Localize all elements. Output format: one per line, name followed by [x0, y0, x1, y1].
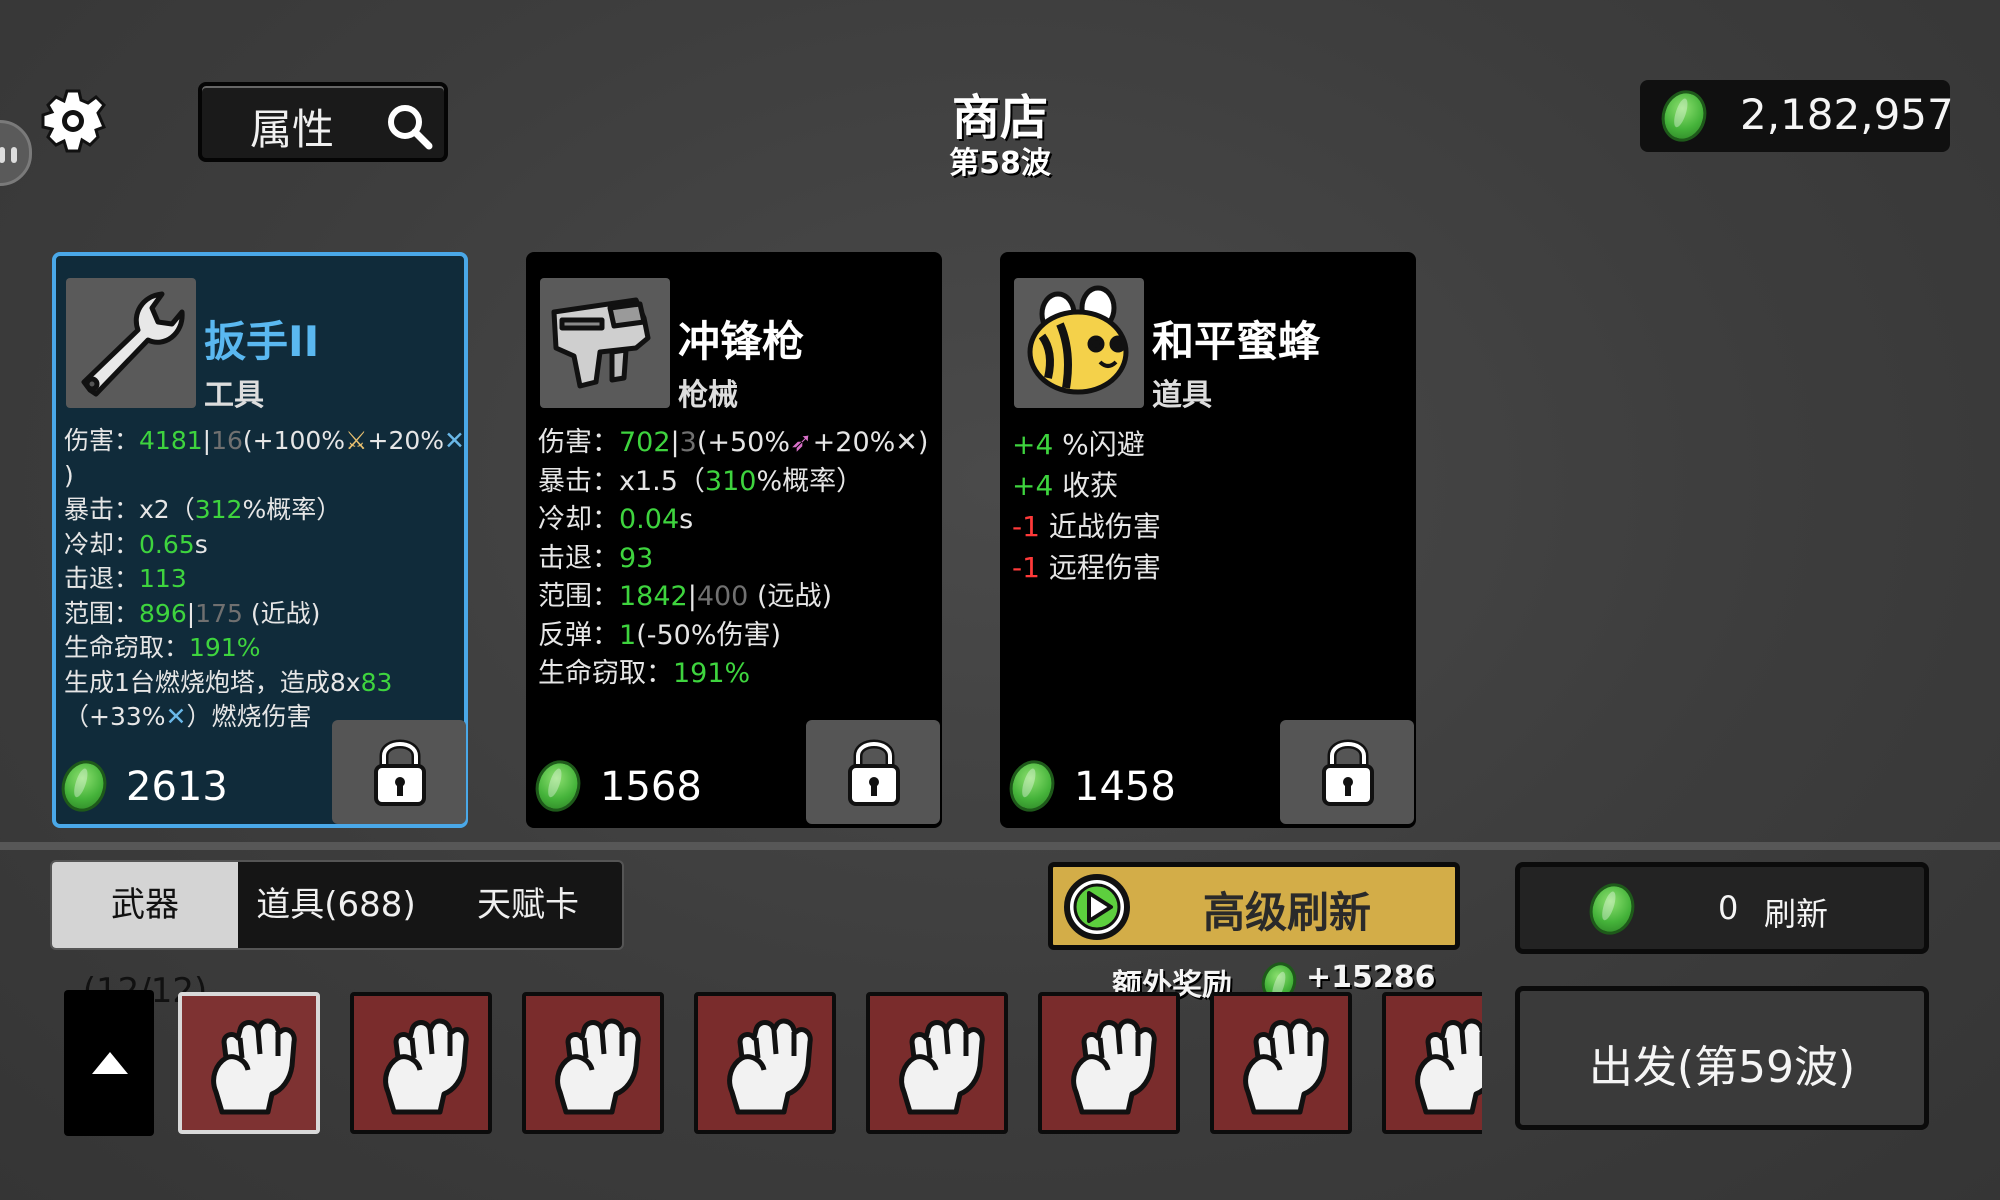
fist-icon	[1415, 1018, 1482, 1115]
attribute-search-button[interactable]: 属性	[198, 82, 448, 162]
stat-knockback: 击退：93	[538, 542, 654, 574]
side-handle[interactable]	[0, 120, 32, 186]
fist-icon	[211, 1018, 297, 1115]
wrench-icon	[66, 278, 196, 408]
item-price: 1458	[1074, 764, 1176, 810]
item-price: 2613	[126, 764, 228, 810]
play-ad-icon	[1064, 874, 1130, 940]
coin-icon	[1583, 877, 1641, 941]
stat-range: 范围：896|175 (近战)	[64, 598, 321, 628]
effect-melee-damage: -1 近战伤害	[1012, 510, 1161, 543]
attribute-label: 属性	[250, 105, 335, 154]
stat-crit: 暴击：x1.5（310%概率）	[538, 465, 864, 497]
fist-icon	[727, 1018, 813, 1115]
fist-icon	[1243, 1018, 1329, 1115]
fist-icon	[383, 1018, 469, 1115]
lock-icon	[374, 739, 426, 806]
stat-range: 范围：1842|400 (远战)	[538, 581, 833, 612]
search-icon	[388, 105, 433, 150]
wave-number: 第58波	[949, 146, 1051, 181]
refresh-label: 刷新	[1764, 895, 1829, 933]
lock-button[interactable]	[332, 720, 466, 824]
stat-cooldown: 冷却：0.04s	[538, 504, 694, 535]
coin-icon	[529, 754, 587, 818]
stat-knockback: 击退：113	[64, 564, 187, 593]
inventory-slot[interactable]	[522, 992, 664, 1134]
item-stats: 伤害：4181|16(+100%⚔+20%✕ ) 暴击：x2（312%概率） 冷…	[64, 424, 465, 735]
inventory-slot[interactable]	[1210, 992, 1352, 1134]
inventory-tabs: 武器(12/12) 道具(688) 天赋卡	[50, 860, 624, 1011]
inventory-slot[interactable]	[694, 992, 836, 1134]
tab-weapons[interactable]: 武器(12/12)	[52, 862, 238, 1011]
engineering-icon: ✕	[165, 702, 187, 731]
refresh-cost: 0	[1718, 889, 1739, 927]
coin-balance: 2,182,957	[1640, 80, 1954, 152]
fist-icon	[1071, 1018, 1157, 1115]
shop-item-card[interactable]: 和平蜜蜂 道具 +4 %闪避 +4 收获 -1 近战伤害 -1 远程伤害 145…	[1000, 252, 1416, 828]
advanced-refresh-button[interactable]: 高级刷新	[1048, 862, 1460, 950]
stat-lifesteal: 生命窃取：191%	[538, 658, 751, 689]
coin-amount: 2,182,957	[1740, 90, 1954, 139]
item-type: 道具	[1152, 378, 1212, 413]
engineering-icon: ✕	[444, 426, 465, 455]
divider	[0, 842, 2000, 850]
tab-items[interactable]: 道具(688)	[238, 862, 434, 948]
expand-up-button[interactable]	[64, 990, 154, 1136]
advanced-refresh-label: 高级刷新	[1203, 888, 1372, 937]
gun-icon: ➶	[790, 427, 813, 458]
engineering-icon: ✕	[895, 427, 918, 458]
lock-icon	[848, 739, 900, 806]
item-price: 1568	[600, 764, 702, 810]
coin-icon	[55, 754, 113, 818]
bee-icon	[1014, 278, 1144, 408]
lock-button[interactable]	[806, 720, 940, 824]
item-type: 工具	[204, 378, 264, 413]
item-name: 冲锋枪	[678, 317, 805, 366]
shop-item-card[interactable]: 冲锋枪 枪械 伤害：702|3(+50%➶+20%✕) 暴击：x1.5（310%…	[526, 252, 942, 828]
effect-dodge: +4 %闪避	[1012, 428, 1145, 461]
effect-harvest: +4 收获	[1012, 469, 1119, 502]
lock-button[interactable]	[1280, 720, 1414, 824]
stat-damage: 伤害：4181|16(+100%⚔+20%✕	[64, 426, 465, 455]
coin-icon	[1003, 754, 1061, 818]
item-stats: 伤害：702|3(+50%➶+20%✕) 暴击：x1.5（310%概率） 冷却：…	[538, 424, 930, 694]
fist-icon	[899, 1018, 985, 1115]
stat-bounce: 反弹：1(-50%伤害)	[538, 619, 782, 651]
tab-talent-cards[interactable]: 天赋卡	[434, 862, 622, 948]
item-type: 枪械	[678, 378, 738, 413]
inventory-slot[interactable]	[350, 992, 492, 1134]
arrow-up-icon	[92, 1052, 128, 1074]
smg-icon	[540, 278, 670, 408]
item-name: 和平蜜蜂	[1152, 317, 1321, 366]
stat-damage: 伤害：702|3(+50%➶+20%✕)	[538, 427, 929, 458]
inventory-row	[172, 988, 1482, 1140]
inventory-slot[interactable]	[866, 992, 1008, 1134]
inventory-slot[interactable]	[178, 992, 320, 1134]
sword-icon: ⚔	[345, 426, 368, 455]
fist-icon	[555, 1018, 641, 1115]
start-wave-button[interactable]: 出发(第59波)	[1515, 986, 1929, 1130]
lock-icon	[1322, 739, 1374, 806]
settings-gear-icon[interactable]	[40, 88, 106, 154]
effect-ranged-damage: -1 远程伤害	[1012, 551, 1161, 584]
shop-item-card[interactable]: 扳手II 工具 伤害：4181|16(+100%⚔+20%✕ ) 暴击：x2（3…	[52, 252, 468, 828]
stat-lifesteal: 生命窃取：191%	[64, 633, 261, 662]
inventory-slot[interactable]	[1382, 992, 1482, 1134]
item-effects: +4 %闪避 +4 收获 -1 近战伤害 -1 远程伤害	[1012, 424, 1404, 588]
start-wave-label: 出发(第59波)	[1588, 1042, 1856, 1093]
stat-crit: 暴击：x2（312%概率）	[64, 495, 342, 524]
stat-cooldown: 冷却：0.65s	[64, 529, 208, 559]
coin-icon	[1655, 84, 1713, 148]
inventory-slot[interactable]	[1038, 992, 1180, 1134]
refresh-button[interactable]: 0 刷新	[1515, 862, 1929, 954]
item-name: 扳手II	[204, 317, 320, 366]
